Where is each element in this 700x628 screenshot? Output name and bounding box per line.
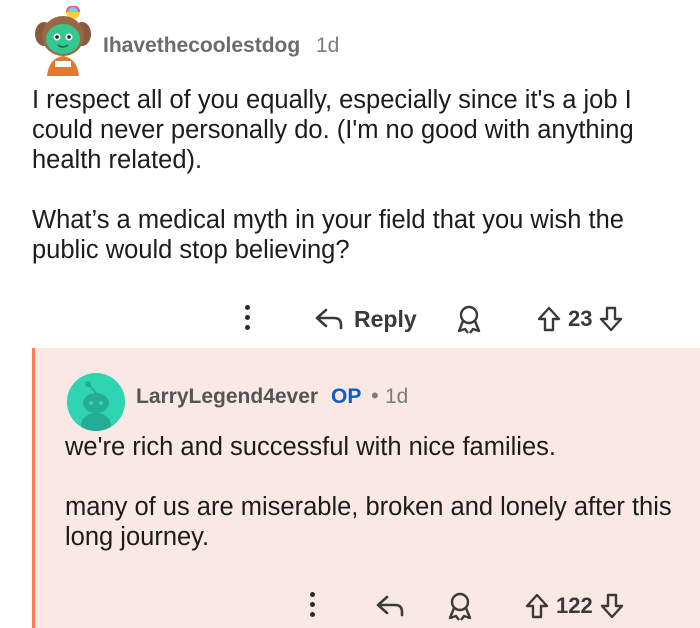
reply-button[interactable]: Reply bbox=[314, 303, 417, 335]
comment-timestamp: 1d bbox=[385, 385, 409, 408]
comment-username[interactable]: Ihavethecoolestdog bbox=[103, 34, 300, 58]
downvote-icon[interactable] bbox=[599, 592, 625, 620]
reply-arrow-icon bbox=[315, 308, 343, 330]
upvote-icon[interactable] bbox=[524, 592, 550, 620]
comment-paragraph: we're rich and successful with nice fami… bbox=[65, 433, 556, 461]
vote-controls: 23 bbox=[536, 303, 624, 335]
op-badge: OP bbox=[331, 385, 362, 408]
comment-paragraph: I respect all of you equally, especially… bbox=[32, 86, 634, 174]
reply-label: Reply bbox=[354, 305, 417, 332]
user-avatar[interactable] bbox=[67, 373, 125, 431]
comment-body: we're rich and successful with nice fami… bbox=[65, 432, 685, 582]
upvote-icon[interactable] bbox=[536, 305, 562, 333]
meta-separator: • bbox=[371, 383, 379, 408]
comment-body: I respect all of you equally, especially… bbox=[32, 85, 692, 295]
more-options-icon[interactable] bbox=[243, 305, 251, 335]
vote-controls: 122 bbox=[524, 590, 625, 622]
comment-parent: Ihavethecoolestdog 1d I respect all of y… bbox=[0, 0, 700, 348]
more-options-icon[interactable] bbox=[308, 592, 316, 622]
comment-actions: 122 bbox=[35, 586, 700, 626]
reply-arrow-icon[interactable] bbox=[375, 593, 405, 619]
comment-username[interactable]: LarryLegend4ever bbox=[136, 385, 318, 409]
award-icon[interactable] bbox=[446, 591, 474, 621]
downvote-icon[interactable] bbox=[598, 305, 624, 333]
user-avatar[interactable] bbox=[33, 5, 93, 76]
comment-paragraph: What’s a medical myth in your field that… bbox=[32, 206, 624, 264]
award-icon[interactable] bbox=[455, 304, 483, 334]
comment-timestamp: 1d bbox=[316, 34, 340, 57]
comment-actions: Reply 23 bbox=[0, 296, 700, 340]
vote-count: 122 bbox=[556, 593, 593, 618]
comment-reply: LarryLegend4ever OP • 1d we're rich and … bbox=[32, 348, 700, 628]
comment-paragraph: many of us are miserable, broken and lon… bbox=[65, 493, 672, 551]
vote-count: 23 bbox=[568, 306, 593, 331]
